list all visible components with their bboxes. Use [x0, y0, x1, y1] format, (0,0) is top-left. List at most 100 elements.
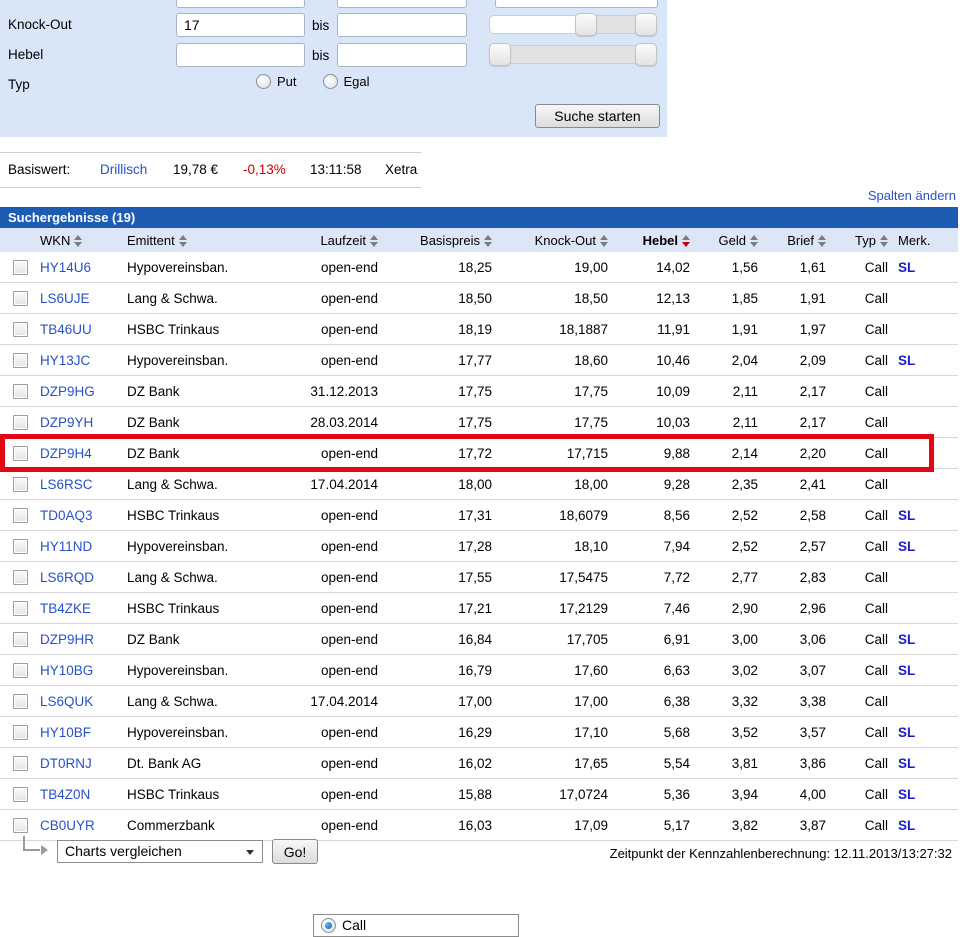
laufzeit-cell: 17.04.2014 — [296, 694, 382, 709]
truncated-input[interactable] — [176, 0, 305, 8]
truncated-input[interactable] — [495, 0, 658, 8]
row-checkbox[interactable] — [13, 756, 28, 771]
basispreis-cell: 17,72 — [382, 446, 496, 461]
row-checkbox[interactable] — [13, 322, 28, 337]
sort-arrows-icon — [818, 235, 826, 247]
hebel-range-slider[interactable] — [489, 43, 657, 67]
knockout-label: Knock-Out — [8, 17, 72, 32]
knockout-cell: 17,65 — [496, 756, 612, 771]
row-checkbox[interactable] — [13, 663, 28, 678]
wkn-link[interactable]: DZP9YH — [40, 415, 93, 430]
radio-egal[interactable]: Egal — [323, 74, 370, 89]
row-checkbox[interactable] — [13, 508, 28, 523]
merk-cell: SL — [892, 260, 958, 275]
typ-radio-group: Call Put Egal — [256, 74, 370, 89]
row-checkbox[interactable] — [13, 694, 28, 709]
column-header-label: Emittent — [127, 233, 175, 248]
slider-handle[interactable] — [489, 43, 511, 66]
wkn-link[interactable]: TD0AQ3 — [40, 508, 93, 523]
column-header-geld[interactable]: Geld — [694, 233, 762, 248]
wkn-link[interactable]: LS6RSC — [40, 477, 93, 492]
knockout-cell: 17,0724 — [496, 787, 612, 802]
brief-cell: 2,57 — [762, 539, 830, 554]
go-button[interactable]: Go! — [272, 839, 318, 864]
wkn-cell: LS6RSC — [38, 477, 122, 492]
checkbox-cell — [0, 725, 38, 740]
wkn-link[interactable]: CB0UYR — [40, 818, 95, 833]
wkn-link[interactable]: TB46UU — [40, 322, 92, 337]
knockout-bis-label: bis — [312, 18, 329, 33]
basiswert-price: 19,78 € — [173, 162, 218, 177]
column-header-basispreis[interactable]: Basispreis — [382, 233, 496, 248]
search-button[interactable]: Suche starten — [535, 104, 660, 128]
knockout-cell: 17,09 — [496, 818, 612, 833]
brief-cell: 3,38 — [762, 694, 830, 709]
typ-cell: Call — [830, 787, 892, 802]
emittent-cell: Hypovereinsban. — [122, 663, 296, 678]
stop-loss-badge: SL — [898, 508, 915, 523]
row-checkbox[interactable] — [13, 291, 28, 306]
knockout-from-input[interactable] — [176, 13, 305, 37]
wkn-link[interactable]: DZP9H4 — [40, 446, 92, 461]
hebel-from-input[interactable] — [176, 43, 305, 67]
wkn-link[interactable]: DZP9HG — [40, 384, 95, 399]
spalten-aendern-link[interactable]: Spalten ändern — [868, 188, 956, 203]
row-checkbox[interactable] — [13, 384, 28, 399]
row-checkbox[interactable] — [13, 601, 28, 616]
slider-handle[interactable] — [575, 13, 597, 36]
emittent-cell: Lang & Schwa. — [122, 570, 296, 585]
brief-cell: 1,97 — [762, 322, 830, 337]
column-header-knockout[interactable]: Knock-Out — [496, 233, 612, 248]
wkn-link[interactable]: HY14U6 — [40, 260, 91, 275]
knockout-cell: 18,60 — [496, 353, 612, 368]
radio-put[interactable]: Put — [256, 74, 297, 89]
row-checkbox[interactable] — [13, 353, 28, 368]
emittent-cell: DZ Bank — [122, 632, 296, 647]
knockout-range-slider[interactable] — [489, 13, 657, 37]
sort-down-icon — [600, 242, 608, 247]
row-checkbox[interactable] — [13, 787, 28, 802]
wkn-cell: LS6UJE — [38, 291, 122, 306]
column-header-typ[interactable]: Typ — [830, 233, 892, 248]
column-header-brief[interactable]: Brief — [762, 233, 830, 248]
row-checkbox[interactable] — [13, 818, 28, 833]
row-checkbox[interactable] — [13, 632, 28, 647]
row-checkbox[interactable] — [13, 570, 28, 585]
charts-compare-select[interactable]: Charts vergleichen — [57, 840, 263, 863]
hebel-to-input[interactable] — [337, 43, 467, 67]
row-checkbox[interactable] — [13, 415, 28, 430]
row-checkbox[interactable] — [13, 477, 28, 492]
column-header-wkn[interactable]: WKN — [38, 233, 122, 248]
wkn-link[interactable]: HY13JC — [40, 353, 90, 368]
wkn-link[interactable]: LS6RQD — [40, 570, 94, 585]
basispreis-cell: 16,79 — [382, 663, 496, 678]
basiswert-link[interactable]: Drillisch — [100, 162, 147, 177]
wkn-link[interactable]: TB4ZKE — [40, 601, 91, 616]
wkn-link[interactable]: DT0RNJ — [40, 756, 92, 771]
wkn-link[interactable]: HY10BG — [40, 663, 93, 678]
row-checkbox[interactable] — [13, 260, 28, 275]
wkn-link[interactable]: HY11ND — [40, 539, 92, 554]
radio-call[interactable]: Call — [313, 914, 519, 937]
column-header-emittent[interactable]: Emittent — [122, 233, 296, 248]
column-header-laufzeit[interactable]: Laufzeit — [296, 233, 382, 248]
typ-cell: Call — [830, 818, 892, 833]
column-header-hebel[interactable]: Hebel — [612, 233, 694, 248]
basispreis-cell: 17,00 — [382, 694, 496, 709]
wkn-link[interactable]: LS6QUK — [40, 694, 93, 709]
geld-cell: 2,14 — [694, 446, 762, 461]
row-checkbox[interactable] — [13, 725, 28, 740]
knockout-to-input[interactable] — [337, 13, 467, 37]
geld-cell: 1,85 — [694, 291, 762, 306]
slider-handle[interactable] — [635, 13, 657, 36]
wkn-link[interactable]: DZP9HR — [40, 632, 94, 647]
wkn-link[interactable]: LS6UJE — [40, 291, 90, 306]
row-checkbox[interactable] — [13, 446, 28, 461]
basispreis-cell: 18,50 — [382, 291, 496, 306]
wkn-link[interactable]: HY10BF — [40, 725, 91, 740]
brief-cell: 2,83 — [762, 570, 830, 585]
slider-handle[interactable] — [635, 43, 657, 66]
wkn-link[interactable]: TB4Z0N — [40, 787, 90, 802]
row-checkbox[interactable] — [13, 539, 28, 554]
truncated-input[interactable] — [337, 0, 467, 8]
